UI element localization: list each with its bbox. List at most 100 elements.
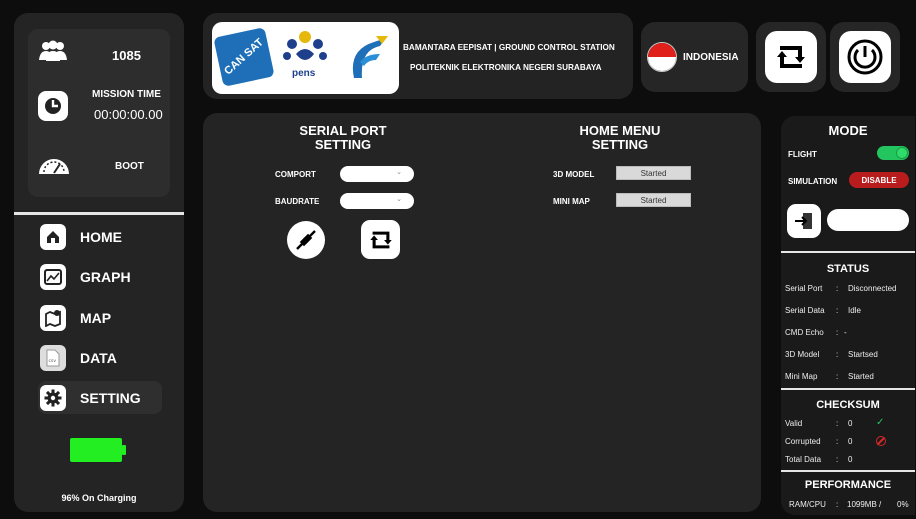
status-label: 3D Model: [785, 350, 820, 359]
refresh-ports-button[interactable]: [361, 220, 400, 259]
status-divider: [781, 251, 915, 253]
checksum-value: 0: [848, 455, 853, 464]
comport-label: COMPORT: [275, 170, 316, 179]
battery-status: 96% On Charging: [61, 493, 137, 503]
status-sep: :: [836, 306, 839, 315]
header-title-line2: POLITEKNIK ELEKTRONIKA NEGERI SURABAYA: [410, 63, 602, 72]
clock-icon: [38, 91, 68, 121]
gear-icon: [40, 384, 66, 411]
flight-label: FLIGHT: [788, 150, 817, 159]
pens-logo: pens: [278, 28, 332, 86]
status-sep: :: [836, 328, 839, 337]
comport-dropdown[interactable]: ⌄: [340, 166, 414, 182]
checksum-value: 0: [848, 437, 853, 446]
status-label: Serial Data: [785, 306, 825, 315]
baudrate-dropdown[interactable]: ⌄: [340, 193, 414, 209]
eepisat-logo: [346, 32, 390, 84]
check-icon: ✓: [876, 417, 885, 428]
performance-divider: [781, 470, 915, 472]
status-value: Disconnected: [848, 284, 897, 293]
mode-title: MODE: [828, 123, 868, 138]
nav-graph[interactable]: GRAPH: [38, 260, 162, 293]
checksum-divider: [781, 388, 915, 390]
status-value: -: [844, 328, 847, 337]
chevron-down-icon: ⌄: [396, 169, 402, 176]
performance-label: RAM/CPU: [789, 500, 826, 509]
checksum-sep: :: [836, 455, 839, 464]
simulation-disable-button[interactable]: DISABLE: [849, 172, 909, 188]
error-icon: [876, 436, 886, 446]
status-label: Serial Port: [785, 284, 823, 293]
home-menu-title: HOME MENU SETTING: [579, 123, 661, 152]
home-icon: [40, 223, 66, 250]
checksum-sep: :: [836, 419, 839, 428]
mission-info-card: 1085 MISSION TIME 00:00:00.00 BOOT: [28, 29, 170, 197]
mission-time-label: MISSION TIME: [92, 89, 161, 100]
cpu-value: 0%: [897, 500, 909, 509]
status-label: CMD Echo: [785, 328, 824, 337]
header-bar: CAN SAT pens BAMANTARA EEPISAT | GROUND …: [203, 13, 633, 99]
nav-map[interactable]: MAP: [38, 301, 162, 334]
state-label: BOOT: [115, 161, 144, 172]
send-command-button[interactable]: [787, 204, 821, 238]
login-icon: [795, 213, 812, 229]
left-sidebar: 1085 MISSION TIME 00:00:00.00 BOOT HOME …: [14, 13, 184, 512]
status-value: Idle: [848, 306, 861, 315]
nav-home[interactable]: HOME: [38, 220, 162, 253]
pens-logo-text: pens: [292, 68, 316, 79]
status-value: Started: [848, 372, 874, 381]
checksum-label: Total Data: [785, 455, 822, 464]
refresh-icon: [777, 46, 805, 68]
command-input[interactable]: [827, 209, 909, 231]
users-icon: [38, 39, 68, 63]
baudrate-label: BAUDRATE: [275, 197, 320, 206]
performance-value: 1099MB /: [847, 500, 882, 509]
nav-setting[interactable]: SETTING: [38, 381, 162, 414]
refresh-button[interactable]: [765, 31, 817, 83]
performance-sep: :: [836, 500, 839, 509]
nav-graph-label: GRAPH: [80, 268, 131, 285]
model-3d-label: 3D MODEL: [553, 170, 595, 179]
checksum-label: Valid: [785, 419, 803, 428]
settings-panel: SERIAL PORT SETTING COMPORT ⌄ BAUDRATE ⌄…: [203, 113, 761, 512]
power-icon: [847, 39, 883, 75]
nav-data-label: DATA: [80, 349, 117, 366]
power-button-wrap: [830, 22, 900, 92]
refresh-button-wrap: [756, 22, 826, 92]
mini-map-status[interactable]: Started: [616, 193, 691, 207]
battery-icon: [70, 438, 122, 462]
logo-box: CAN SAT pens: [212, 22, 399, 94]
simulation-label: SIMULATION: [788, 177, 838, 186]
plug-connect-icon: [296, 230, 316, 250]
performance-title: PERFORMANCE: [804, 479, 892, 491]
chevron-down-icon: ⌄: [396, 196, 402, 203]
serial-port-title: SERIAL PORT SETTING: [299, 123, 387, 152]
checksum-title: CHECKSUM: [816, 399, 880, 411]
cansat-logo-text: CAN SAT: [222, 36, 266, 78]
status-sep: :: [836, 284, 839, 293]
status-label: Mini Map: [785, 372, 818, 381]
mini-map-label: MINI MAP: [553, 197, 590, 206]
toggle-knob: [896, 147, 908, 159]
map-icon: [40, 304, 66, 331]
language-label: INDONESIA: [683, 52, 739, 63]
flight-toggle[interactable]: [877, 146, 909, 160]
language-selector[interactable]: INDONESIA: [641, 22, 748, 92]
mission-time-value: 00:00:00.00: [94, 107, 163, 122]
model-3d-status[interactable]: Started: [616, 166, 691, 180]
gauge-icon: [36, 155, 72, 177]
nav-home-label: HOME: [80, 228, 122, 245]
refresh-icon: [369, 231, 392, 248]
power-button[interactable]: [839, 31, 891, 83]
header-title-line1: BAMANTARA EEPISAT | GROUND CONTROL STATI…: [403, 43, 615, 52]
right-panel: MODE FLIGHT SIMULATION DISABLE STATUS Se…: [781, 116, 915, 515]
connect-button[interactable]: [287, 221, 325, 259]
participant-count: 1085: [112, 48, 141, 63]
status-sep: :: [836, 372, 839, 381]
nav-setting-label: SETTING: [80, 389, 141, 406]
graph-icon: [40, 263, 66, 290]
sidebar-divider: [14, 212, 184, 215]
checksum-label: Corrupted: [785, 437, 821, 446]
checksum-value: 0: [848, 419, 853, 428]
nav-data[interactable]: csv DATA: [38, 341, 162, 374]
